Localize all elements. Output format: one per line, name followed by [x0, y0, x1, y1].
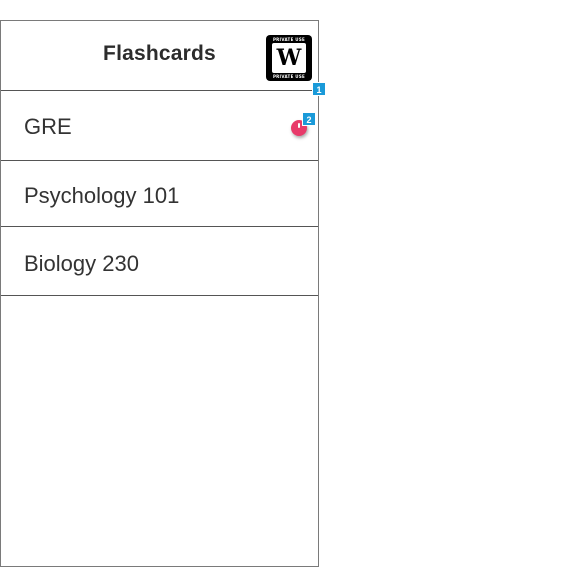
logo-icon[interactable]: PRIVATE USE W PRIVATE USE [266, 35, 312, 81]
header-bar: Flashcards PRIVATE USE W PRIVATE USE [1, 21, 318, 91]
logo-inner: W [272, 43, 306, 73]
list-item-biology-230[interactable]: Biology 230 [1, 227, 318, 296]
logo-mark: W [276, 45, 302, 71]
logo-text-top: PRIVATE USE [272, 37, 306, 42]
annotation-marker-2: 2 [302, 112, 316, 126]
annotation-marker-1: 1 [312, 82, 326, 96]
list-item-label: Psychology 101 [24, 183, 180, 208]
list-item-label: GRE [24, 114, 72, 139]
list-item-label: Biology 230 [24, 251, 139, 276]
list-item-psychology-101[interactable]: Psychology 101 [1, 161, 318, 227]
phone-screen: Flashcards PRIVATE USE W PRIVATE USE GRE… [0, 20, 319, 567]
list-item-gre[interactable]: GRE [1, 91, 318, 161]
logo-text-bottom: PRIVATE USE [272, 74, 306, 79]
